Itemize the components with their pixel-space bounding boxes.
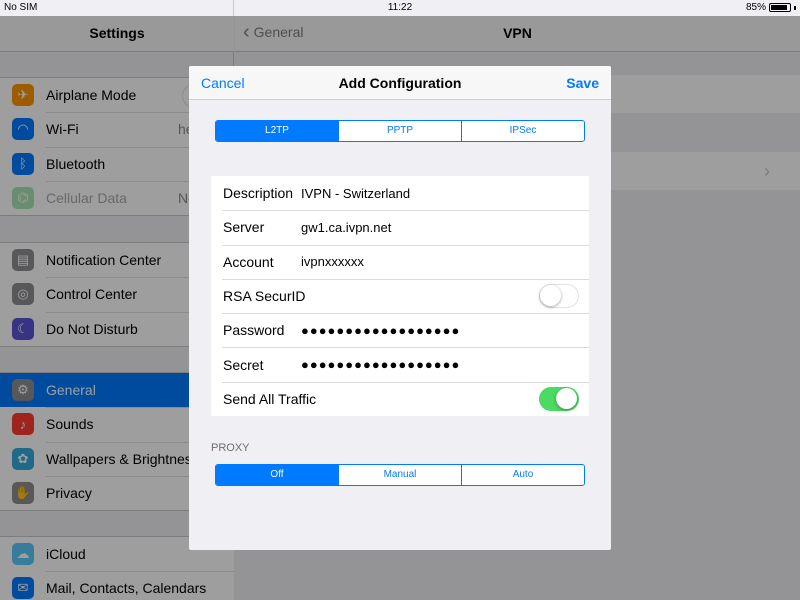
account-field[interactable]: ivpnxxxxxx <box>301 254 364 269</box>
send-all-traffic-label: Send All Traffic <box>223 390 317 407</box>
description-field[interactable]: IVPN - Switzerland <box>301 186 410 201</box>
modal-nav-bar: Cancel Add Configuration Save <box>189 66 611 100</box>
server-field[interactable]: gw1.ca.ivpn.net <box>301 220 391 235</box>
rsa-securid-label: RSA SecurID <box>223 288 306 305</box>
battery-icon <box>769 3 791 12</box>
segment-pptp[interactable]: PPTP <box>338 121 461 141</box>
rsa-securid-toggle[interactable] <box>539 283 579 308</box>
proxy-section-header: PROXY <box>211 442 250 454</box>
secret-row[interactable]: Secret ●●●●●●●●●●●●●●●●●● <box>211 347 589 381</box>
status-bar: No SIM 11:22 85% <box>0 0 800 16</box>
add-configuration-modal: Cancel Add Configuration Save L2TP PPTP … <box>189 66 611 550</box>
description-row[interactable]: Description IVPN - Switzerland <box>211 176 589 210</box>
account-label: Account <box>223 253 274 270</box>
password-row[interactable]: Password ●●●●●●●●●●●●●●●●●● <box>211 313 589 347</box>
proxy-segmented-control: Off Manual Auto <box>215 464 585 486</box>
battery-percent: 85% <box>745 2 766 13</box>
password-label: Password <box>223 322 285 339</box>
server-label: Server <box>223 219 265 236</box>
clock: 11:22 <box>387 2 413 13</box>
save-button[interactable]: Save <box>566 75 599 91</box>
password-field[interactable]: ●●●●●●●●●●●●●●●●●● <box>301 323 460 338</box>
secret-label: Secret <box>223 356 264 373</box>
server-row[interactable]: Server gw1.ca.ivpn.net <box>211 210 589 244</box>
segment-proxy-off[interactable]: Off <box>216 465 338 485</box>
segment-proxy-manual[interactable]: Manual <box>338 465 461 485</box>
segment-proxy-auto[interactable]: Auto <box>461 465 584 485</box>
send-all-traffic-row: Send All Traffic <box>211 381 589 416</box>
vpn-type-segmented-control: L2TP PPTP IPSec <box>215 120 585 142</box>
battery-indicator: 85% <box>746 2 796 13</box>
send-all-traffic-toggle[interactable] <box>539 386 579 411</box>
modal-title: Add Configuration <box>338 75 462 91</box>
description-label: Description <box>223 185 294 202</box>
rsa-securid-row: RSA SecurID <box>211 278 589 313</box>
account-row[interactable]: Account ivpnxxxxxx <box>211 244 589 279</box>
secret-field[interactable]: ●●●●●●●●●●●●●●●●●● <box>301 357 460 372</box>
segment-l2tp[interactable]: L2TP <box>216 121 338 141</box>
vpn-config-form: Description IVPN - Switzerland Server gw… <box>211 176 589 417</box>
segment-ipsec[interactable]: IPSec <box>461 121 584 141</box>
